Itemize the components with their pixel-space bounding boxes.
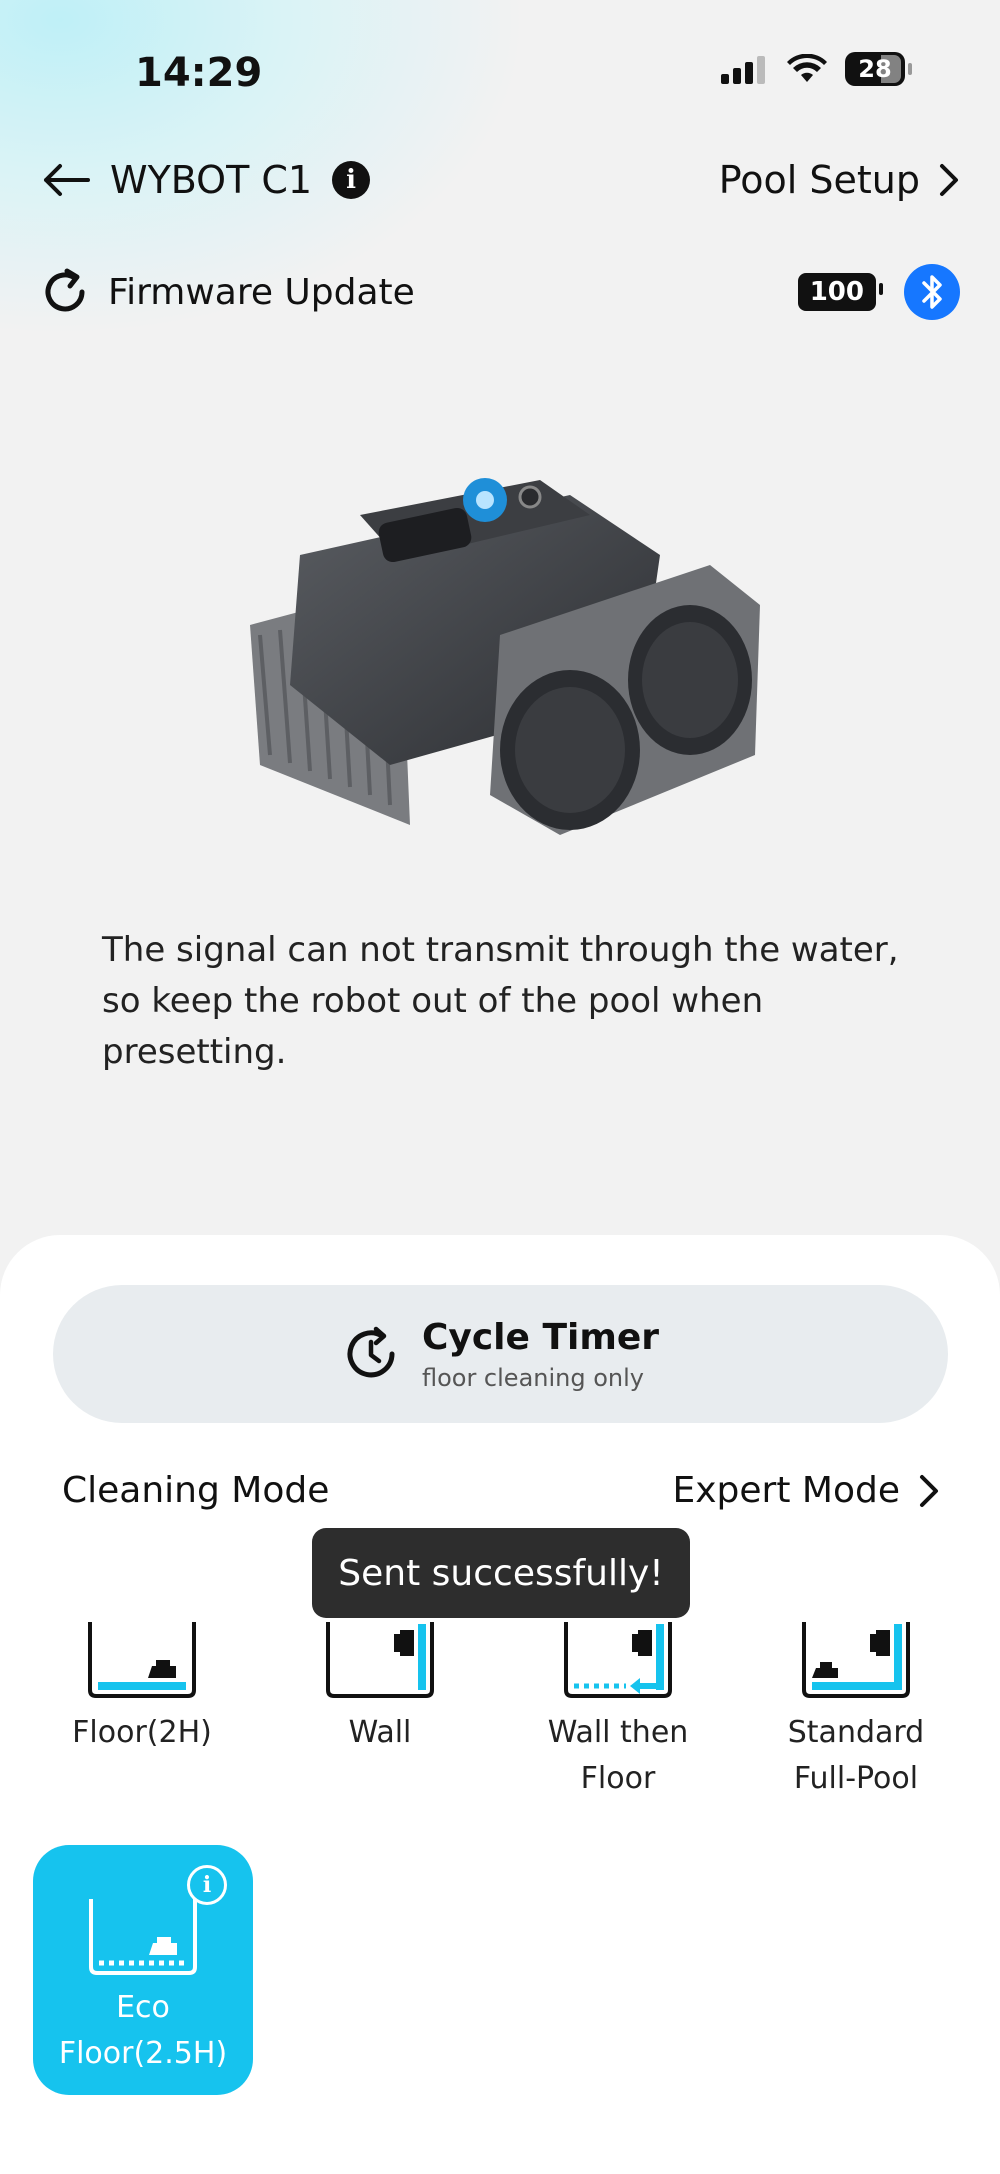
expert-mode-link[interactable]: Expert Mode <box>673 1470 941 1511</box>
mode-label-line1: Eco <box>116 1990 170 2025</box>
device-title: WYBOT C1 <box>110 158 313 202</box>
wall-then-floor-icon <box>564 1622 672 1698</box>
pool-setup-link[interactable]: Pool Setup <box>719 158 960 202</box>
mode-label-line1: Standard <box>787 1715 925 1750</box>
chevron-right-icon <box>920 1474 938 1507</box>
mode-label-line2: Full-Pool <box>793 1761 919 1796</box>
refresh-icon[interactable] <box>40 267 90 317</box>
floor-mode-icon <box>88 1622 196 1698</box>
status-icons: 28 <box>719 52 912 86</box>
wall-mode-icon <box>326 1622 434 1698</box>
cleaning-mode-label: Cleaning Mode <box>62 1470 330 1511</box>
cleaning-mode-row: Cleaning Mode Expert Mode <box>62 1470 940 1511</box>
water-signal-notice: The signal can not transmit through the … <box>102 930 899 1072</box>
mode-label: Floor(2H) <box>72 1715 212 1750</box>
cycle-timer-subtitle: floor cleaning only <box>421 1363 644 1392</box>
chevron-right-icon <box>940 164 958 196</box>
cycle-timer-title: Cycle Timer <box>421 1316 660 1358</box>
bluetooth-icon <box>904 264 960 320</box>
timer-icon <box>347 1326 395 1378</box>
mode-label: Wall <box>348 1715 412 1750</box>
mode-standard-full-pool[interactable]: Standard Full-Pool <box>756 1620 956 1802</box>
mode-label-line2: Floor(2.5H) <box>58 2036 228 2071</box>
mode-eco-floor-selected[interactable]: i Eco Floor(2.5H) <box>33 1845 253 2095</box>
signal-icon <box>721 56 765 84</box>
mode-floor-2h[interactable]: Floor(2H) <box>42 1620 242 1756</box>
robot-image <box>250 478 760 835</box>
expert-mode-label: Expert Mode <box>672 1470 901 1511</box>
mode-wall-then-floor[interactable]: Wall then Floor <box>518 1620 718 1802</box>
arrow-left-icon <box>44 164 90 196</box>
full-pool-icon <box>802 1622 910 1698</box>
mode-label-line1: Wall then <box>547 1715 689 1750</box>
toast-message: Sent successfully! <box>312 1528 690 1618</box>
back-button[interactable]: WYBOT C1 <box>40 158 312 202</box>
eco-floor-icon <box>89 1899 197 1975</box>
status-time: 14:29 <box>135 50 263 96</box>
cycle-timer-button[interactable]: Cycle Timer floor cleaning only <box>53 1285 948 1423</box>
wifi-icon <box>787 54 827 82</box>
header: WYBOT C1 i Pool Setup <box>40 150 960 210</box>
battery-status-icon: 28 <box>845 52 912 86</box>
pool-setup-label: Pool Setup <box>718 158 920 202</box>
firmware-row: Firmware Update 100 <box>40 262 960 322</box>
mode-label-line2: Floor <box>580 1761 656 1796</box>
info-icon[interactable]: i <box>187 1865 227 1905</box>
info-icon[interactable]: i <box>332 161 371 199</box>
mode-wall[interactable]: Wall <box>280 1620 480 1756</box>
robot-battery-badge: 100 <box>797 273 884 311</box>
firmware-update-link[interactable]: Firmware Update <box>108 272 415 313</box>
